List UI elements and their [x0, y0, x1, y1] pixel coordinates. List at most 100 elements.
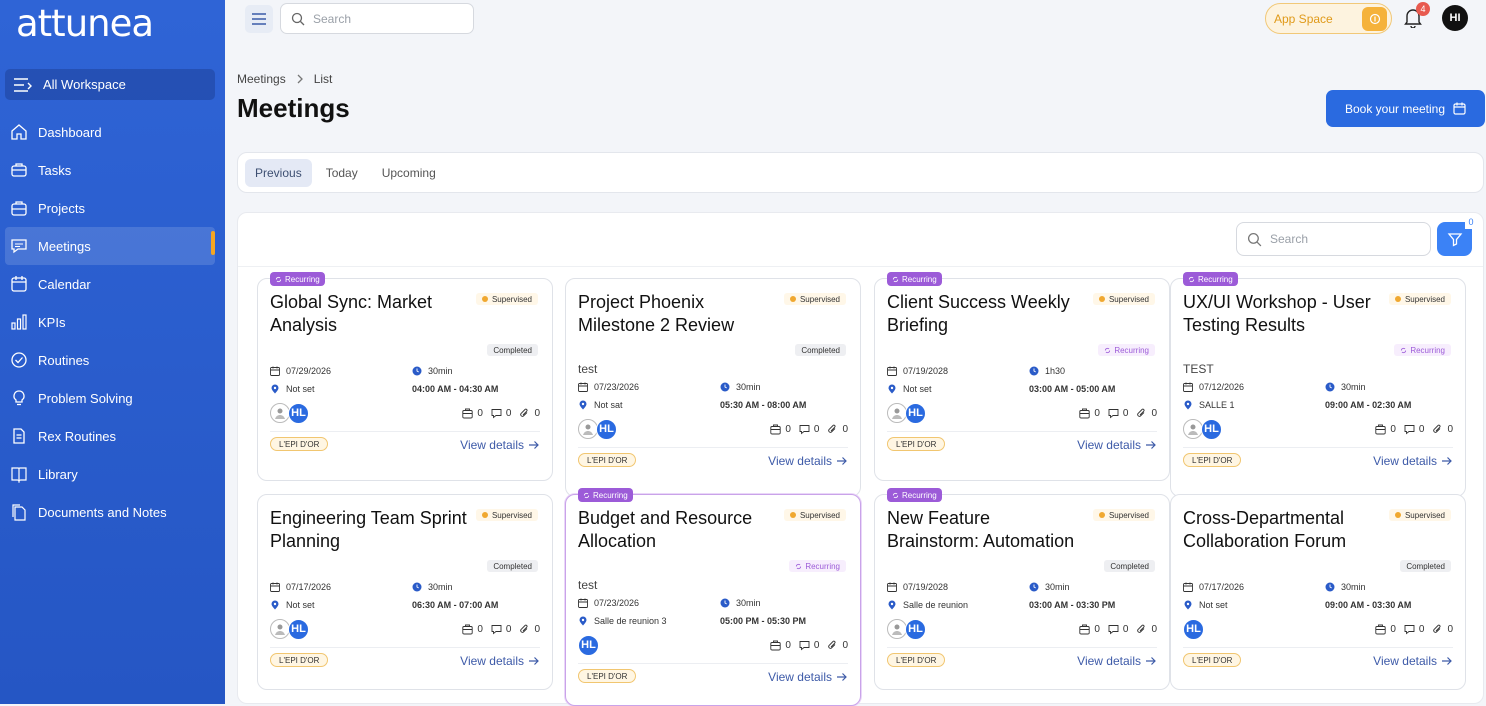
top-search-field[interactable] [280, 3, 474, 34]
view-details-link[interactable]: View details [768, 670, 848, 684]
repeat-icon [892, 276, 902, 283]
sidebar-item-calendar[interactable]: Calendar [0, 265, 225, 303]
calendar-icon [1183, 382, 1199, 392]
organization-tag: L'EPI D'OR [578, 669, 637, 683]
recurring-tag-label: Recurring [902, 490, 937, 500]
sidebar-item-dashboard[interactable]: Dashboard [0, 113, 225, 151]
date-time-row: 07/19/2028 1h30 [887, 366, 1155, 380]
sidebar-item-problem-solving[interactable]: Problem Solving [0, 379, 225, 417]
calendar-icon [1445, 102, 1466, 115]
book-meeting-button[interactable]: Book your meeting [1327, 91, 1484, 126]
location-pin-icon [578, 400, 594, 410]
participant-avatar[interactable]: HL [905, 402, 926, 424]
tab-previous[interactable]: Previous [245, 158, 312, 187]
attachment-count: 0 [1447, 623, 1453, 635]
meeting-card[interactable]: Recurring Global Sync: Market Analysis Sup… [257, 272, 553, 481]
view-details-link[interactable]: View details [1373, 454, 1453, 468]
chevron-right-icon [296, 74, 304, 84]
meeting-title[interactable]: Global Sync: Market Analysis [270, 291, 470, 337]
participant-photo-avatar[interactable] [1183, 419, 1203, 439]
sidebar-item-tasks[interactable]: Tasks [0, 151, 225, 189]
participant-avatar[interactable]: HL [288, 402, 309, 424]
recurring-tag-label: Recurring [1198, 274, 1233, 284]
meeting-title[interactable]: Budget and Resource Allocation [578, 507, 778, 553]
comment-count: 0 [813, 423, 820, 435]
meeting-title[interactable]: Cross-Departmental Collaboration Forum [1183, 507, 1383, 553]
sidebar-item-label: Meetings [38, 238, 91, 254]
meeting-card[interactable]: Recurring New Feature Brainstorm: Automat… [874, 488, 1170, 690]
calendar-icon [578, 598, 594, 608]
notifications-button[interactable]: 4 [1404, 2, 1430, 30]
top-search-input[interactable] [313, 11, 453, 26]
sidebar-item-documents-notes[interactable]: Documents and Notes [0, 493, 225, 531]
user-photo-icon [1186, 422, 1200, 436]
participant-avatar[interactable]: HL [578, 634, 599, 656]
view-details-link[interactable]: View details [1077, 438, 1157, 452]
attachment-icon [1136, 624, 1151, 635]
date-time-row: 07/19/2028 30min [887, 582, 1155, 596]
meeting-title[interactable]: Client Success Weekly Briefing [887, 291, 1087, 337]
repeat-icon [795, 563, 805, 570]
user-photo-icon [273, 622, 287, 636]
meeting-card[interactable]: Engineering Team Sprint Planning Supervis… [257, 494, 553, 690]
attachment-icon [1136, 408, 1151, 419]
meeting-title[interactable]: Project Phoenix Milestone 2 Review [578, 291, 778, 337]
sidebar-item-projects[interactable]: Projects [0, 189, 225, 227]
sidebar-item-routines[interactable]: Routines [0, 341, 225, 379]
arrow-right-icon [832, 456, 848, 466]
participant-avatar[interactable]: HL [596, 418, 617, 440]
app-logo[interactable]: attunea [16, 2, 154, 45]
attachment-icon [827, 424, 842, 435]
card-divider [1183, 647, 1453, 648]
recurring-tag: Recurring [887, 488, 942, 502]
sidebar-item-library[interactable]: Library [0, 455, 225, 493]
sidebar-item-kpis[interactable]: KPIs [0, 303, 225, 341]
participant-photo-avatar[interactable] [887, 619, 907, 639]
meeting-date: 07/23/2026 [594, 382, 640, 392]
tab-upcoming[interactable]: Upcoming [372, 159, 446, 187]
participant-photo-avatar[interactable] [578, 419, 598, 439]
participant-avatar[interactable]: HL [288, 618, 309, 640]
participant-avatar[interactable]: HL [1183, 618, 1204, 640]
participant-avatar[interactable]: HL [1201, 418, 1222, 440]
meeting-title[interactable]: Engineering Team Sprint Planning [270, 507, 470, 553]
meetings-search-field[interactable] [1236, 222, 1431, 256]
card-divider [578, 447, 848, 448]
organization-tag: L'EPI D'OR [270, 653, 329, 667]
view-details-link[interactable]: View details [768, 454, 848, 468]
participant-photo-avatar[interactable] [887, 403, 907, 423]
meeting-card[interactable]: Recurring Budget and Resource Allocation S… [565, 488, 861, 706]
participant-avatar[interactable]: HL [905, 618, 926, 640]
sidebar-item-rex-routines[interactable]: Rex Routines [0, 417, 225, 455]
meeting-card[interactable]: Project Phoenix Milestone 2 Review Superv… [565, 278, 861, 497]
meeting-title[interactable]: UX/UI Workshop - User Testing Results [1183, 291, 1383, 337]
app-space-button[interactable]: App Space [1265, 3, 1392, 34]
view-details-link[interactable]: View details [1373, 654, 1453, 668]
comment-count: 0 [1418, 423, 1425, 435]
location-pin-icon [578, 616, 594, 626]
user-avatar[interactable]: HI [1442, 5, 1468, 31]
participant-photo-avatar[interactable] [270, 619, 290, 639]
sidebar-item-label: Routines [38, 352, 90, 368]
sidebar-item-meetings[interactable]: Meetings [5, 227, 215, 265]
breadcrumb-meetings[interactable]: Meetings [237, 72, 286, 86]
check-circle-icon [10, 351, 28, 369]
view-details-link[interactable]: View details [460, 654, 540, 668]
meeting-location: Salle de reunion [903, 600, 969, 610]
meeting-location: Salle de reunion 3 [594, 616, 667, 626]
meetings-search-input[interactable] [1270, 232, 1410, 246]
view-details-link[interactable]: View details [1077, 654, 1157, 668]
task-count: 0 [1094, 623, 1100, 635]
date-time-row: 07/23/2026 30min [578, 598, 846, 612]
view-details-link[interactable]: View details [460, 438, 540, 452]
meeting-card[interactable]: Cross-Departmental Collaboration Forum Su… [1170, 494, 1466, 690]
workspace-selector[interactable]: All Workspace [5, 69, 215, 100]
filter-button[interactable]: 0 [1437, 217, 1477, 256]
view-details-label: View details [768, 454, 832, 468]
meeting-card[interactable]: Recurring UX/UI Workshop - User Testing R… [1170, 272, 1466, 497]
tab-today[interactable]: Today [316, 159, 368, 187]
participant-photo-avatar[interactable] [270, 403, 290, 423]
meeting-title[interactable]: New Feature Brainstorm: Automation [887, 507, 1087, 553]
menu-toggle-button[interactable] [245, 5, 273, 33]
meeting-card[interactable]: Recurring Client Success Weekly Briefing S… [874, 272, 1170, 481]
